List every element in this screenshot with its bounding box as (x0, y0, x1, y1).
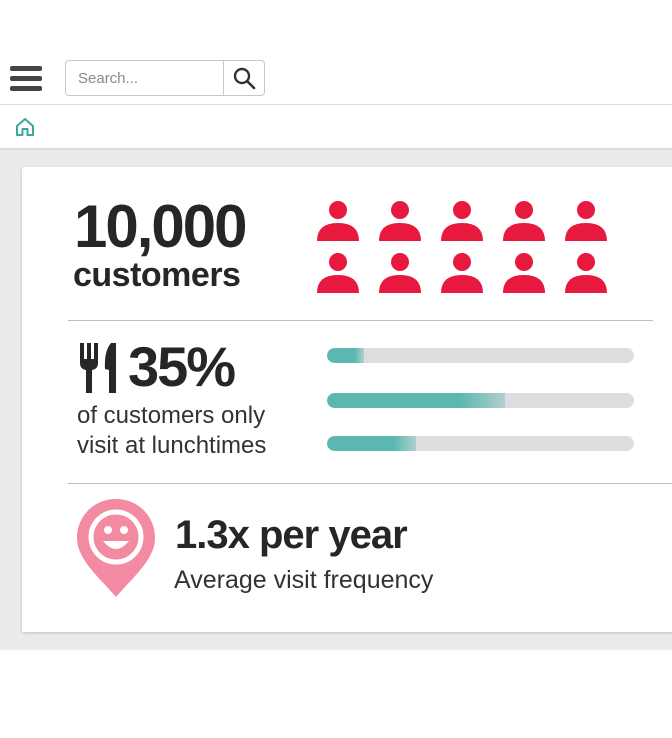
person-icon (503, 253, 545, 293)
hamburger-menu-icon[interactable] (10, 66, 42, 92)
person-icon (317, 201, 359, 241)
progress-bar-3 (327, 436, 634, 451)
search-button[interactable] (223, 61, 264, 95)
header-divider (0, 104, 672, 105)
top-header (0, 52, 672, 104)
person-icon (379, 201, 421, 241)
progress-bar-1-fill (327, 348, 364, 363)
section-divider (68, 483, 672, 484)
home-icon[interactable] (14, 116, 36, 138)
smiley-pin-icon (77, 499, 155, 597)
progress-bar-3-fill (327, 436, 417, 451)
search-box (65, 60, 265, 96)
customers-count: 10,000 (74, 193, 248, 260)
person-icon (565, 253, 607, 293)
progress-bar-1 (327, 348, 634, 363)
person-icon (441, 253, 483, 293)
visit-frequency-description: Average visit frequency (174, 566, 434, 594)
person-icon (317, 253, 359, 293)
section-divider (68, 320, 653, 321)
cutlery-icon (80, 343, 116, 393)
lunchtime-description-line2: visit at lunchtimes (77, 432, 267, 459)
visit-frequency: 1.3x per year (175, 513, 408, 557)
person-icon (379, 253, 421, 293)
customers-label: customers (73, 256, 241, 294)
search-icon (233, 67, 256, 90)
lunchtime-description-line1: of customers only (77, 402, 266, 429)
progress-bar-2-fill (327, 393, 506, 408)
person-icon (441, 201, 483, 241)
person-icon (565, 201, 607, 241)
search-input[interactable] (66, 61, 224, 95)
lunchtime-percentage: 35% (128, 335, 236, 398)
person-icon (503, 201, 545, 241)
customer-icons (317, 201, 607, 293)
stats-card: 10,000 customers 35% of customers only v… (22, 167, 672, 632)
progress-bar-2 (327, 393, 634, 408)
lunchtime-description: of customers only visit at lunchtimes (77, 401, 317, 461)
